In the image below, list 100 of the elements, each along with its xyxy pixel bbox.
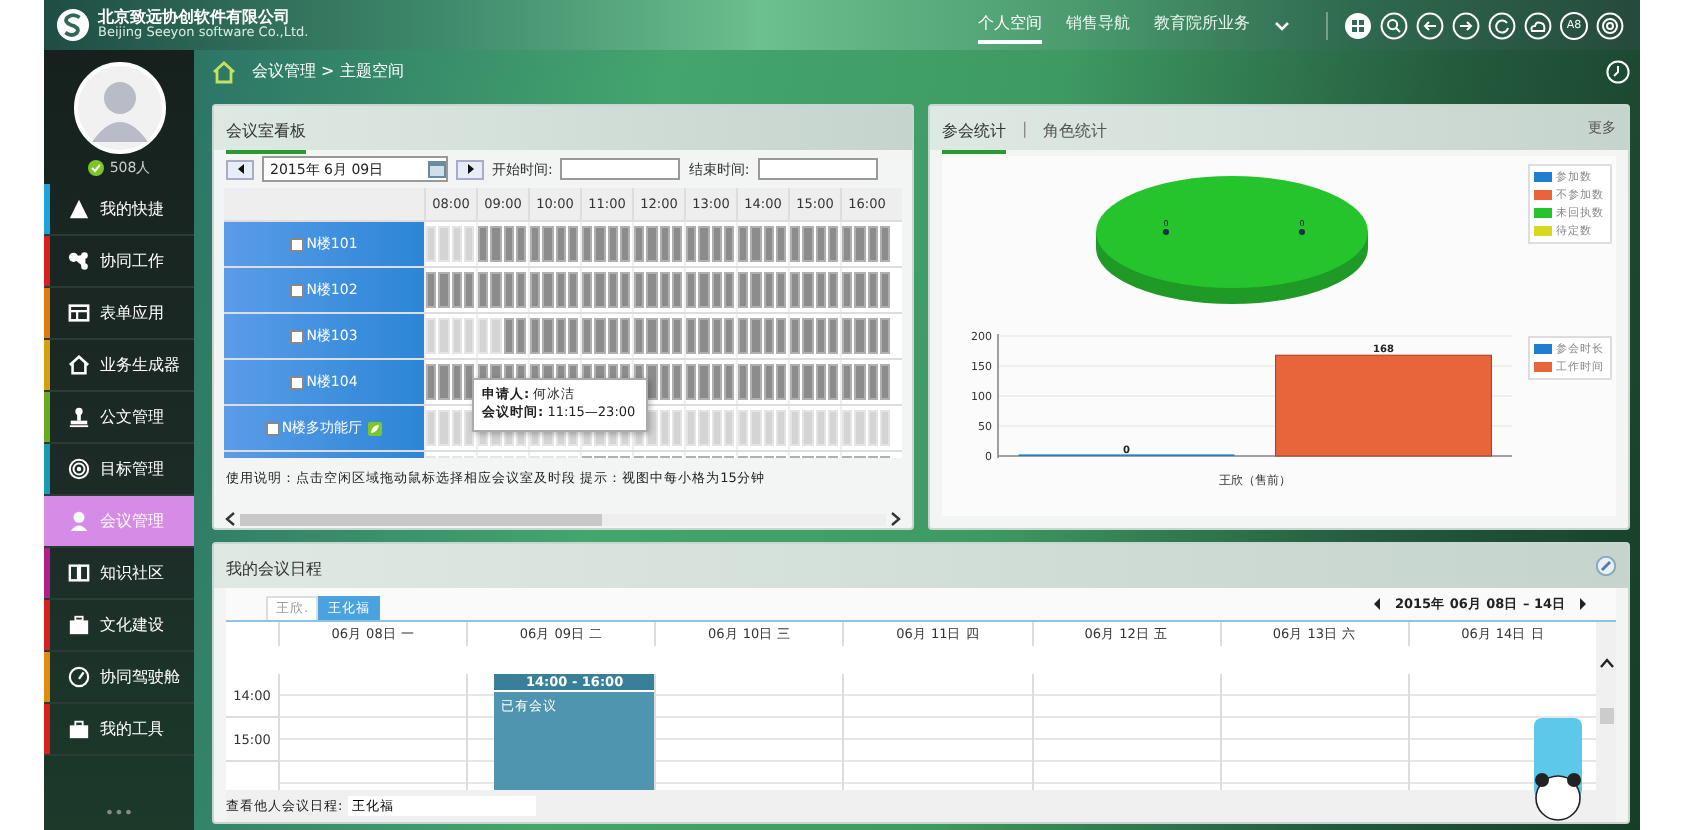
time-slot[interactable] bbox=[634, 272, 645, 308]
time-slot[interactable] bbox=[738, 318, 749, 354]
time-slot[interactable] bbox=[842, 364, 853, 400]
time-slot[interactable] bbox=[619, 272, 630, 308]
time-slot[interactable] bbox=[451, 364, 462, 400]
time-slot[interactable] bbox=[790, 226, 801, 262]
time-slot[interactable] bbox=[879, 318, 890, 354]
time-slot[interactable] bbox=[711, 272, 722, 308]
nav-tab[interactable]: 销售导航 bbox=[1066, 6, 1130, 44]
time-slot[interactable] bbox=[463, 272, 474, 308]
time-slot[interactable] bbox=[827, 226, 838, 262]
time-slot[interactable] bbox=[478, 272, 489, 308]
vertical-scrollbar[interactable] bbox=[1596, 622, 1616, 790]
time-slot[interactable] bbox=[686, 272, 697, 308]
time-slot[interactable] bbox=[634, 318, 645, 354]
time-slot[interactable] bbox=[451, 272, 462, 308]
time-slot[interactable] bbox=[815, 226, 826, 262]
time-slot[interactable] bbox=[530, 226, 541, 262]
time-slot[interactable] bbox=[827, 318, 838, 354]
time-slot[interactable] bbox=[686, 226, 697, 262]
time-slot[interactable] bbox=[659, 318, 670, 354]
settings-icon[interactable] bbox=[1596, 11, 1624, 39]
time-slot[interactable] bbox=[619, 226, 630, 262]
time-slot[interactable] bbox=[659, 364, 670, 400]
back-icon[interactable] bbox=[1416, 11, 1444, 39]
input-field[interactable] bbox=[560, 158, 681, 180]
more-menu[interactable]: ••• bbox=[44, 804, 194, 830]
time-slot[interactable] bbox=[775, 318, 786, 354]
time-slot[interactable] bbox=[671, 318, 682, 354]
time-slot[interactable] bbox=[711, 364, 722, 400]
time-slot[interactable] bbox=[530, 272, 541, 308]
time-slot[interactable] bbox=[515, 318, 526, 354]
time-slot[interactable] bbox=[671, 226, 682, 262]
time-slot[interactable] bbox=[671, 272, 682, 308]
panel-tab[interactable]: 角色统计 bbox=[1043, 110, 1108, 154]
scroll-up-icon[interactable] bbox=[1599, 658, 1613, 668]
time-slot[interactable] bbox=[607, 226, 618, 262]
checkbox[interactable] bbox=[265, 421, 280, 435]
time-slot[interactable] bbox=[478, 226, 489, 262]
time-slot[interactable] bbox=[775, 272, 786, 308]
checkbox[interactable] bbox=[290, 329, 305, 343]
nav-tab[interactable]: 教育院所业务 bbox=[1154, 6, 1250, 44]
grid-icon[interactable] bbox=[1344, 11, 1372, 39]
time-slot[interactable] bbox=[815, 272, 826, 308]
time-slot[interactable] bbox=[555, 226, 566, 262]
checkbox[interactable] bbox=[290, 375, 305, 389]
scroll-right-icon[interactable] bbox=[890, 512, 902, 527]
time-slot[interactable] bbox=[426, 364, 437, 400]
search-icon[interactable] bbox=[1380, 11, 1408, 39]
input-field[interactable] bbox=[757, 158, 878, 180]
next-week-icon[interactable] bbox=[1578, 598, 1588, 610]
time-slot[interactable] bbox=[582, 272, 593, 308]
time-slot[interactable] bbox=[671, 364, 682, 400]
time-slot[interactable] bbox=[426, 272, 437, 308]
time-slot[interactable] bbox=[711, 226, 722, 262]
time-slot[interactable] bbox=[567, 226, 578, 262]
time-slot[interactable] bbox=[763, 318, 774, 354]
time-slot[interactable] bbox=[723, 364, 734, 400]
time-slot[interactable] bbox=[827, 364, 838, 400]
nav-tab[interactable]: 个人空间 bbox=[978, 6, 1042, 44]
avatar[interactable] bbox=[73, 62, 165, 154]
time-slot[interactable] bbox=[503, 272, 514, 308]
scrollbar[interactable] bbox=[224, 510, 902, 528]
time-slot[interactable] bbox=[659, 226, 670, 262]
time-slot[interactable] bbox=[607, 272, 618, 308]
time-slot[interactable] bbox=[879, 364, 890, 400]
scroll-left-icon[interactable] bbox=[224, 512, 236, 527]
calendar-icon[interactable] bbox=[428, 160, 446, 178]
scroll-thumb[interactable] bbox=[1599, 708, 1613, 724]
prev-button[interactable] bbox=[226, 159, 254, 179]
time-slot[interactable] bbox=[567, 318, 578, 354]
next-button[interactable] bbox=[456, 159, 484, 179]
time-slot[interactable] bbox=[567, 272, 578, 308]
home-icon[interactable] bbox=[212, 59, 236, 83]
time-slot[interactable] bbox=[790, 364, 801, 400]
time-slot[interactable] bbox=[763, 364, 774, 400]
time-slot[interactable] bbox=[607, 318, 618, 354]
time-slot[interactable] bbox=[763, 272, 774, 308]
time-slot[interactable] bbox=[646, 364, 657, 400]
clock-icon[interactable] bbox=[1606, 59, 1630, 83]
time-slot[interactable] bbox=[879, 272, 890, 308]
time-slot[interactable] bbox=[842, 272, 853, 308]
checkbox[interactable] bbox=[290, 283, 305, 297]
time-slot[interactable] bbox=[686, 318, 697, 354]
time-slot[interactable] bbox=[582, 318, 593, 354]
time-slot[interactable] bbox=[686, 364, 697, 400]
time-slot[interactable] bbox=[827, 272, 838, 308]
prev-week-icon[interactable] bbox=[1372, 598, 1383, 610]
time-slot[interactable] bbox=[515, 272, 526, 308]
time-slot[interactable] bbox=[582, 226, 593, 262]
time-slot[interactable] bbox=[879, 226, 890, 262]
time-slot[interactable] bbox=[723, 318, 734, 354]
time-slot[interactable] bbox=[515, 226, 526, 262]
time-slot[interactable] bbox=[842, 226, 853, 262]
time-slot[interactable] bbox=[790, 318, 801, 354]
time-slot[interactable] bbox=[842, 318, 853, 354]
cloud-icon[interactable] bbox=[1524, 11, 1552, 39]
time-slot[interactable] bbox=[867, 318, 878, 354]
time-slot[interactable] bbox=[723, 226, 734, 262]
time-slot[interactable] bbox=[775, 226, 786, 262]
